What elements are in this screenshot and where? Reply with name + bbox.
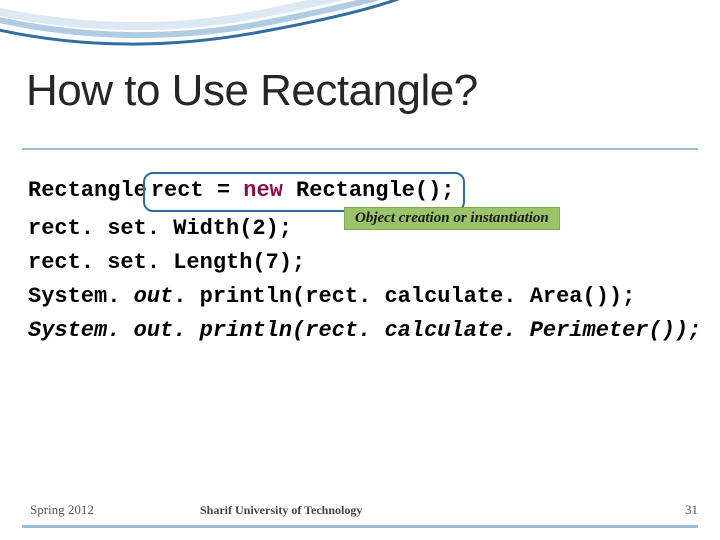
keyword-new: new: [243, 178, 283, 203]
code-line-4: System. out. println(rect. calculate. Ar…: [28, 280, 698, 314]
code-text: System.: [28, 284, 134, 309]
code-block: Rectangle rect = new Rectangle(); rect. …: [28, 172, 698, 348]
code-text: rect =: [151, 178, 243, 203]
code-text: Rectangle();: [283, 178, 455, 203]
slide-title: How to Use Rectangle?: [26, 66, 478, 116]
code-text: . println(rect. calculate. Perimeter());: [173, 318, 701, 343]
code-out: out: [134, 318, 174, 343]
code-line-5: System. out. println(rect. calculate. Pe…: [28, 314, 698, 348]
footer-date: Spring 2012: [30, 502, 94, 518]
code-text: Rectangle: [28, 178, 147, 203]
footer-org: Sharif University of Technology: [200, 503, 362, 518]
code-text: System.: [28, 318, 134, 343]
code-line-3: rect. set. Length(7);: [28, 246, 698, 280]
page-number: 31: [685, 502, 698, 518]
title-rule: [22, 148, 698, 150]
footer-rule: [22, 525, 698, 528]
annotation-label: Object creation or instantiation: [344, 207, 560, 230]
code-text: . println(rect. calculate. Area());: [173, 284, 635, 309]
decorative-swoosh: [0, 0, 720, 70]
code-out: out: [134, 284, 174, 309]
